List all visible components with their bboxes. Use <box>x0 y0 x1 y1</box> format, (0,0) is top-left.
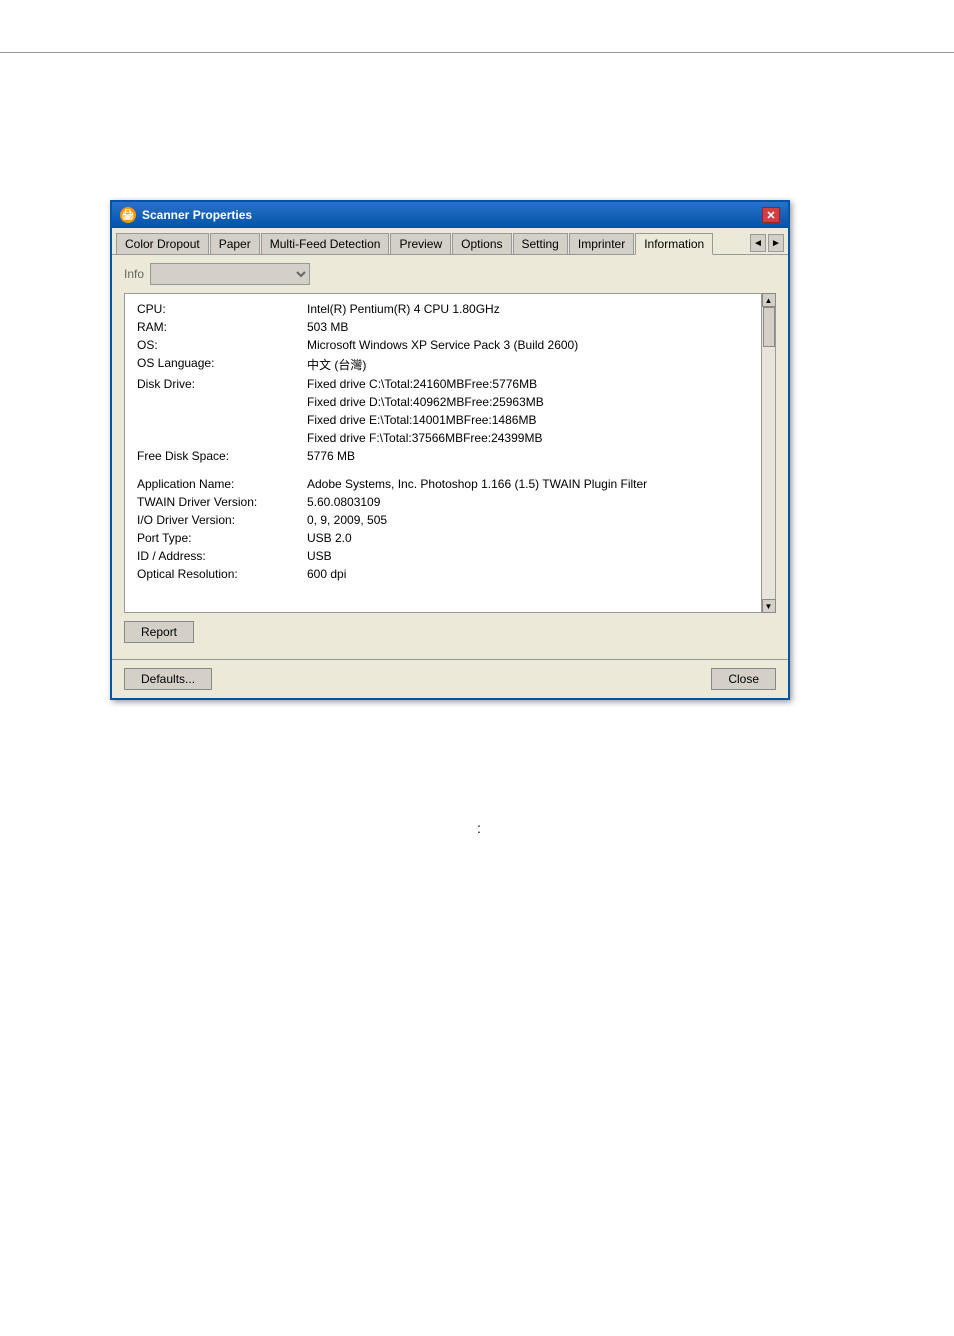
close-window-button[interactable]: ✕ <box>762 207 780 223</box>
row-key: Application Name: <box>133 475 303 493</box>
row-value: 中文 (台灣) <box>303 354 767 375</box>
row-value: Fixed drive F:\Total:37566MBFree:24399MB <box>303 429 767 447</box>
scroll-track <box>762 307 775 599</box>
info-box-wrapper: CPU: Intel(R) Pentium(R) 4 CPU 1.80GHz R… <box>124 293 776 613</box>
row-key: TWAIN Driver Version: <box>133 493 303 511</box>
tab-multifeed[interactable]: Multi-Feed Detection <box>261 233 390 254</box>
table-row: Fixed drive F:\Total:37566MBFree:24399MB <box>133 429 767 447</box>
row-key <box>133 429 303 447</box>
colon-separator: : <box>477 820 481 836</box>
title-bar: 🖨 Scanner Properties ✕ <box>112 202 788 228</box>
table-row: ID / Address: USB <box>133 547 767 565</box>
tab-imprinter[interactable]: Imprinter <box>569 233 634 254</box>
title-bar-left: 🖨 Scanner Properties <box>120 207 252 223</box>
table-row: TWAIN Driver Version: 5.60.0803109 <box>133 493 767 511</box>
row-value: Fixed drive C:\Total:24160MBFree:5776MB <box>303 375 767 393</box>
row-value: Intel(R) Pentium(R) 4 CPU 1.80GHz <box>303 300 767 318</box>
row-key: OS: <box>133 336 303 354</box>
info-dropdown[interactable] <box>150 263 310 285</box>
tab-bar: Color Dropout Paper Multi-Feed Detection… <box>112 228 788 255</box>
tab-color-dropout[interactable]: Color Dropout <box>116 233 209 254</box>
scroll-down-button[interactable]: ▼ <box>762 599 776 613</box>
table-row: I/O Driver Version: 0, 9, 2009, 505 <box>133 511 767 529</box>
table-row: Port Type: USB 2.0 <box>133 529 767 547</box>
row-value: 0, 9, 2009, 505 <box>303 511 767 529</box>
tab-nav: ◄ ► <box>750 234 784 252</box>
row-key: Port Type: <box>133 529 303 547</box>
row-key: Free Disk Space: <box>133 447 303 465</box>
row-value: Adobe Systems, Inc. Photoshop 1.166 (1.5… <box>303 475 767 493</box>
row-value: USB 2.0 <box>303 529 767 547</box>
row-key: Optical Resolution: <box>133 565 303 583</box>
tab-information[interactable]: Information <box>635 233 713 255</box>
table-row: OS Language: 中文 (台灣) <box>133 354 767 375</box>
row-value: 600 dpi <box>303 565 767 583</box>
defaults-button[interactable]: Defaults... <box>124 668 212 690</box>
bottom-bar: Defaults... Close <box>112 659 788 698</box>
info-label: Info <box>124 267 144 281</box>
row-value: USB <box>303 547 767 565</box>
window-frame: 🖨 Scanner Properties ✕ Color Dropout Pap… <box>110 200 790 700</box>
table-row: Optical Resolution: 600 dpi <box>133 565 767 583</box>
tab-setting[interactable]: Setting <box>513 233 568 254</box>
row-value: 5.60.0803109 <box>303 493 767 511</box>
scanner-properties-dialog: 🖨 Scanner Properties ✕ Color Dropout Pap… <box>110 200 790 700</box>
vertical-scrollbar[interactable]: ▲ ▼ <box>761 293 775 613</box>
scanner-icon: 🖨 <box>120 207 136 223</box>
table-row: Fixed drive D:\Total:40962MBFree:25963MB <box>133 393 767 411</box>
row-key: ID / Address: <box>133 547 303 565</box>
table-row: Fixed drive E:\Total:14001MBFree:1486MB <box>133 411 767 429</box>
row-key: CPU: <box>133 300 303 318</box>
scroll-thumb[interactable] <box>763 307 775 347</box>
row-key: Disk Drive: <box>133 375 303 393</box>
tab-prev-button[interactable]: ◄ <box>750 234 766 252</box>
spacer-row <box>133 465 767 475</box>
row-key <box>133 393 303 411</box>
row-value: 5776 MB <box>303 447 767 465</box>
row-key: I/O Driver Version: <box>133 511 303 529</box>
table-row: CPU: Intel(R) Pentium(R) 4 CPU 1.80GHz <box>133 300 767 318</box>
row-key: OS Language: <box>133 354 303 375</box>
tab-next-button[interactable]: ► <box>768 234 784 252</box>
row-value: Microsoft Windows XP Service Pack 3 (Bui… <box>303 336 767 354</box>
table-row: OS: Microsoft Windows XP Service Pack 3 … <box>133 336 767 354</box>
info-dropdown-row: Info <box>124 263 776 285</box>
table-row: Free Disk Space: 5776 MB <box>133 447 767 465</box>
content-area: Info CPU: Intel(R) Pentium(R) 4 CPU 1.80… <box>112 255 788 659</box>
report-button[interactable]: Report <box>124 621 194 643</box>
tab-preview[interactable]: Preview <box>390 233 451 254</box>
row-value: Fixed drive E:\Total:14001MBFree:1486MB <box>303 411 767 429</box>
tab-options[interactable]: Options <box>452 233 511 254</box>
report-row: Report <box>124 613 776 651</box>
info-box: CPU: Intel(R) Pentium(R) 4 CPU 1.80GHz R… <box>124 293 776 613</box>
table-row: Disk Drive: Fixed drive C:\Total:24160MB… <box>133 375 767 393</box>
tab-paper[interactable]: Paper <box>210 233 260 254</box>
row-value: 503 MB <box>303 318 767 336</box>
table-row: Application Name: Adobe Systems, Inc. Ph… <box>133 475 767 493</box>
row-key: RAM: <box>133 318 303 336</box>
info-table: CPU: Intel(R) Pentium(R) 4 CPU 1.80GHz R… <box>133 300 767 583</box>
row-key <box>133 411 303 429</box>
table-row: RAM: 503 MB <box>133 318 767 336</box>
row-value: Fixed drive D:\Total:40962MBFree:25963MB <box>303 393 767 411</box>
page-divider <box>0 52 954 53</box>
close-button[interactable]: Close <box>711 668 776 690</box>
window-title: Scanner Properties <box>142 208 252 222</box>
scroll-up-button[interactable]: ▲ <box>762 293 776 307</box>
